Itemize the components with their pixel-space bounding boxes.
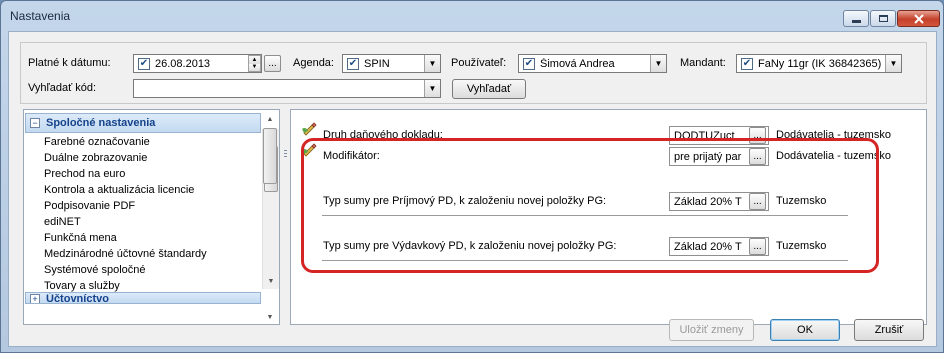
search-button[interactable]: Vyhľadať [452,79,526,99]
spin-up-icon[interactable]: ▲ [249,56,260,64]
settings-list-item[interactable]: Medzinárodné účtovné štandardy [44,248,207,264]
expense-sum-type-description: Tuzemsko [776,240,827,252]
user-checkbox[interactable]: ✔ [523,57,535,70]
filter-bar: Platné k dátumu: ✔ 26.08.2013 ▲ ▼ ... Ag… [20,42,927,104]
settings-list-item[interactable]: Podpisovanie PDF [44,200,135,216]
settings-tree: − Spoločné nastavenia Farebné označovani… [23,109,280,325]
settings-detail: Druh daňového dokladu: DODTUZuct ... Dod… [290,109,927,325]
window-title: Nastavenia [10,9,71,23]
dialog-body: Platné k dátumu: ✔ 26.08.2013 ▲ ▼ ... Ag… [8,31,937,347]
modifier-description: Dodávatelia - tuzemsko [776,150,891,162]
agenda-value: SPIN [364,57,390,70]
outer-scroll-down-icon[interactable]: ▼ [262,309,278,325]
group-header-accounting[interactable]: + Účtovníctvo [25,292,261,304]
settings-window: Nastavenia Platné k dátumu: ✔ 26.08.2013… [0,0,944,353]
pencil-icon [302,143,317,157]
settings-list: Farebné označovanie Duálne zobrazovanie Pr… [24,110,261,292]
user-value: Šimová Andrea [540,57,615,70]
splitter[interactable] [283,110,288,325]
date-value: 26.08.2013 [155,57,211,70]
ok-button[interactable]: OK [770,319,840,341]
date-picker[interactable]: ✔ 26.08.2013 ▲ ▼ [133,54,262,73]
expense-sum-type-browse-button[interactable]: ... [749,238,766,255]
doc-type-label: Druh daňového dokladu: [323,129,443,141]
user-select[interactable]: ✔ Šimová Andrea ▼ [518,54,667,73]
user-label: Používateľ: [451,57,507,69]
date-browse-button[interactable]: ... [264,55,281,72]
settings-list-item[interactable]: Tovary a služby [44,280,120,292]
maximize-icon [878,15,888,22]
close-button[interactable] [897,10,940,27]
income-sum-type-label: Typ sumy pre Príjmový PD, k založeniu no… [323,195,607,207]
group-title-accounting: Účtovníctvo [46,293,109,304]
income-sum-type-value: Základ 20% T [674,195,742,208]
save-changes-button[interactable]: Uložiť zmeny [669,319,754,341]
title-bar[interactable]: Nastavenia [1,1,943,31]
spin-down-icon[interactable]: ▼ [249,63,260,71]
maximize-button[interactable] [870,10,896,27]
doc-type-description: Dodávatelia - tuzemsko [776,129,891,141]
agenda-checkbox[interactable]: ✔ [347,57,359,70]
agenda-dropdown-arrow[interactable]: ▼ [424,55,440,72]
agenda-select[interactable]: ✔ SPIN ▼ [342,54,441,73]
outer-scrollbar[interactable]: ▲ ▼ [262,110,279,326]
mandant-dropdown-arrow[interactable]: ▼ [885,55,901,72]
outer-scroll-up-icon[interactable]: ▲ [262,111,278,127]
chevron-down-icon: ▼ [889,59,898,68]
settings-list-item[interactable]: ediNET [44,216,81,232]
close-icon [913,13,924,24]
expense-sum-type-label: Typ sumy pre Výdavkový PD, k založeniu n… [323,240,617,252]
chevron-down-icon: ▼ [428,59,437,68]
income-sum-type-description: Tuzemsko [776,195,827,207]
search-dropdown-arrow[interactable]: ▼ [424,80,440,97]
cancel-button[interactable]: Zrušiť [854,319,924,341]
modifier-label: Modifikátor: [323,150,380,162]
splitter-grip-icon [284,150,287,157]
modifier-browse-button[interactable]: ... [749,148,766,165]
pencil-icon [302,122,317,136]
agenda-label: Agenda: [293,57,334,69]
date-label: Platné k dátumu: [28,57,111,69]
row-divider [322,215,848,216]
user-dropdown-arrow[interactable]: ▼ [650,55,666,72]
mandant-value: FaNy 11gr (IK 36842365) [758,57,882,70]
row-divider [322,260,848,261]
mandant-checkbox[interactable]: ✔ [741,57,753,70]
doc-type-value: DODTUZuct [674,129,735,142]
settings-list-item[interactable]: Funkčná mena [44,232,117,248]
doc-type-browse-button[interactable]: ... [749,127,766,144]
modifier-value: pre prijatý par [674,150,742,163]
settings-list-item[interactable]: Kontrola a aktualizácia licencie [44,184,194,200]
expand-icon[interactable]: + [30,294,40,303]
search-label: Vyhľadať kód: [28,82,97,94]
income-sum-type-browse-button[interactable]: ... [749,193,766,210]
date-spinner[interactable]: ▲ ▼ [248,55,261,72]
date-checkbox[interactable]: ✔ [138,57,150,70]
settings-list-item[interactable]: Duálne zobrazovanie [44,152,147,168]
minimize-button[interactable] [843,10,869,27]
settings-list-item[interactable]: Systémové spoločné [44,264,146,280]
settings-list-item[interactable]: Prechod na euro [44,168,125,184]
mandant-label: Mandant: [680,57,726,69]
expense-sum-type-value: Základ 20% T [674,240,742,253]
settings-list-item[interactable]: Farebné označovanie [44,136,150,152]
outer-scrollbar-thumb[interactable] [263,128,277,184]
search-input[interactable]: ▼ [133,79,441,98]
chevron-down-icon: ▼ [654,59,663,68]
minimize-icon [851,20,861,23]
chevron-down-icon: ▼ [428,84,437,93]
mandant-select[interactable]: ✔ FaNy 11gr (IK 36842365) ▼ [736,54,902,73]
